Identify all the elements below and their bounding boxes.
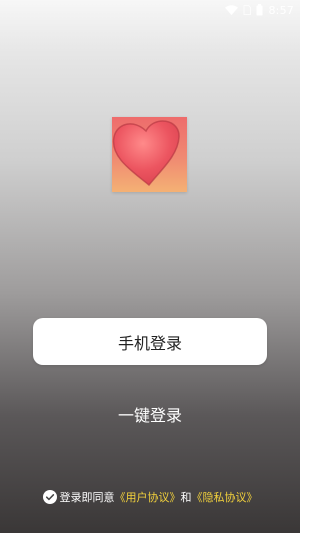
wifi-icon bbox=[225, 5, 239, 15]
check-circle-icon[interactable] bbox=[42, 490, 57, 504]
privacy-agreement-link[interactable]: 《隐私协议》 bbox=[192, 489, 258, 505]
agreement-line: 登录即同意 《用户协议》 和 《隐私协议》 bbox=[0, 487, 300, 507]
agreement-prefix: 登录即同意 bbox=[59, 491, 115, 504]
status-bar: 8:57 bbox=[225, 0, 294, 20]
clock-time: 8:57 bbox=[268, 3, 294, 17]
heart-icon bbox=[112, 120, 180, 187]
user-agreement-link[interactable]: 《用户协议》 bbox=[115, 489, 181, 505]
battery-icon bbox=[256, 4, 263, 16]
phone-login-button[interactable]: 手机登录 bbox=[33, 318, 267, 365]
app-logo bbox=[112, 117, 187, 192]
sim-icon bbox=[243, 5, 252, 15]
agreement-conjunction: 和 bbox=[180, 491, 192, 504]
login-screen: 8:57 手机登录 一键登录 登录即同意 《用户协议》 和 《隐私协议》 bbox=[0, 0, 300, 533]
one-click-login-button[interactable]: 一键登录 bbox=[100, 401, 200, 427]
